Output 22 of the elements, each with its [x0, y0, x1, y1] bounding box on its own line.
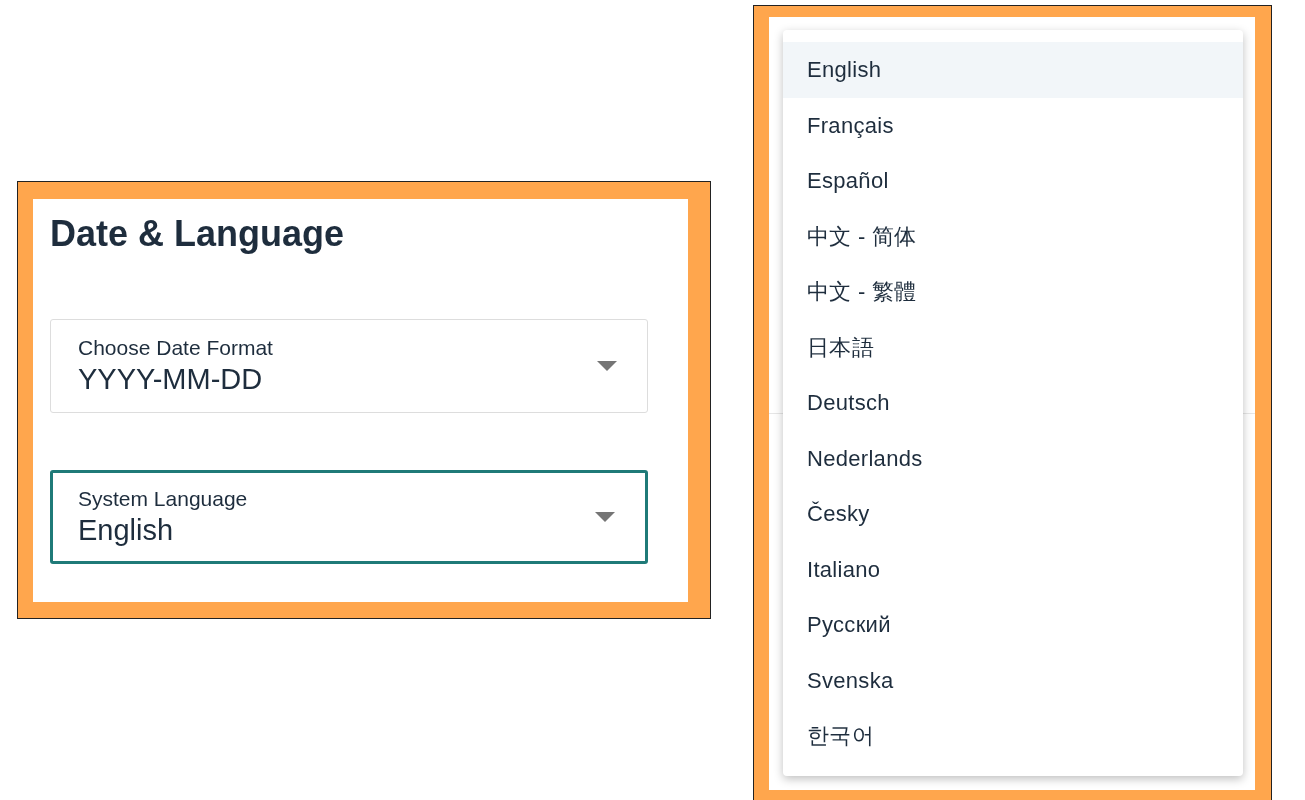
menu-item[interactable]: 日本語 — [783, 319, 1243, 375]
field-label: Choose Date Format — [78, 335, 274, 361]
menu-item[interactable]: English — [783, 42, 1243, 98]
caret-icon — [595, 512, 615, 522]
menu-item[interactable]: Русский — [783, 597, 1243, 653]
select-field[interactable]: System Language English — [50, 470, 648, 564]
menu-item[interactable]: 中文 - 简体 — [783, 208, 1243, 264]
menu-item[interactable]: Italiano — [783, 541, 1243, 597]
menu-item[interactable]: 한국어 — [783, 708, 1243, 764]
select-field[interactable]: Choose Date Format YYYY-MM-DD — [50, 319, 648, 413]
menu-item[interactable]: Français — [783, 97, 1243, 153]
caret-icon — [597, 361, 617, 371]
menu-item[interactable]: Español — [783, 153, 1243, 209]
field-value: English — [78, 513, 175, 548]
section-title: Date & Language — [50, 213, 346, 255]
field-value: YYYY-MM-DD — [78, 362, 264, 397]
menu-item[interactable]: 中文 - 繁體 — [783, 264, 1243, 320]
field-label: System Language — [78, 486, 249, 512]
menu-item[interactable]: Česky — [783, 486, 1243, 542]
menu-item[interactable]: Deutsch — [783, 375, 1243, 431]
menu-item[interactable]: Svenska — [783, 652, 1243, 708]
menu-item[interactable]: Nederlands — [783, 430, 1243, 486]
